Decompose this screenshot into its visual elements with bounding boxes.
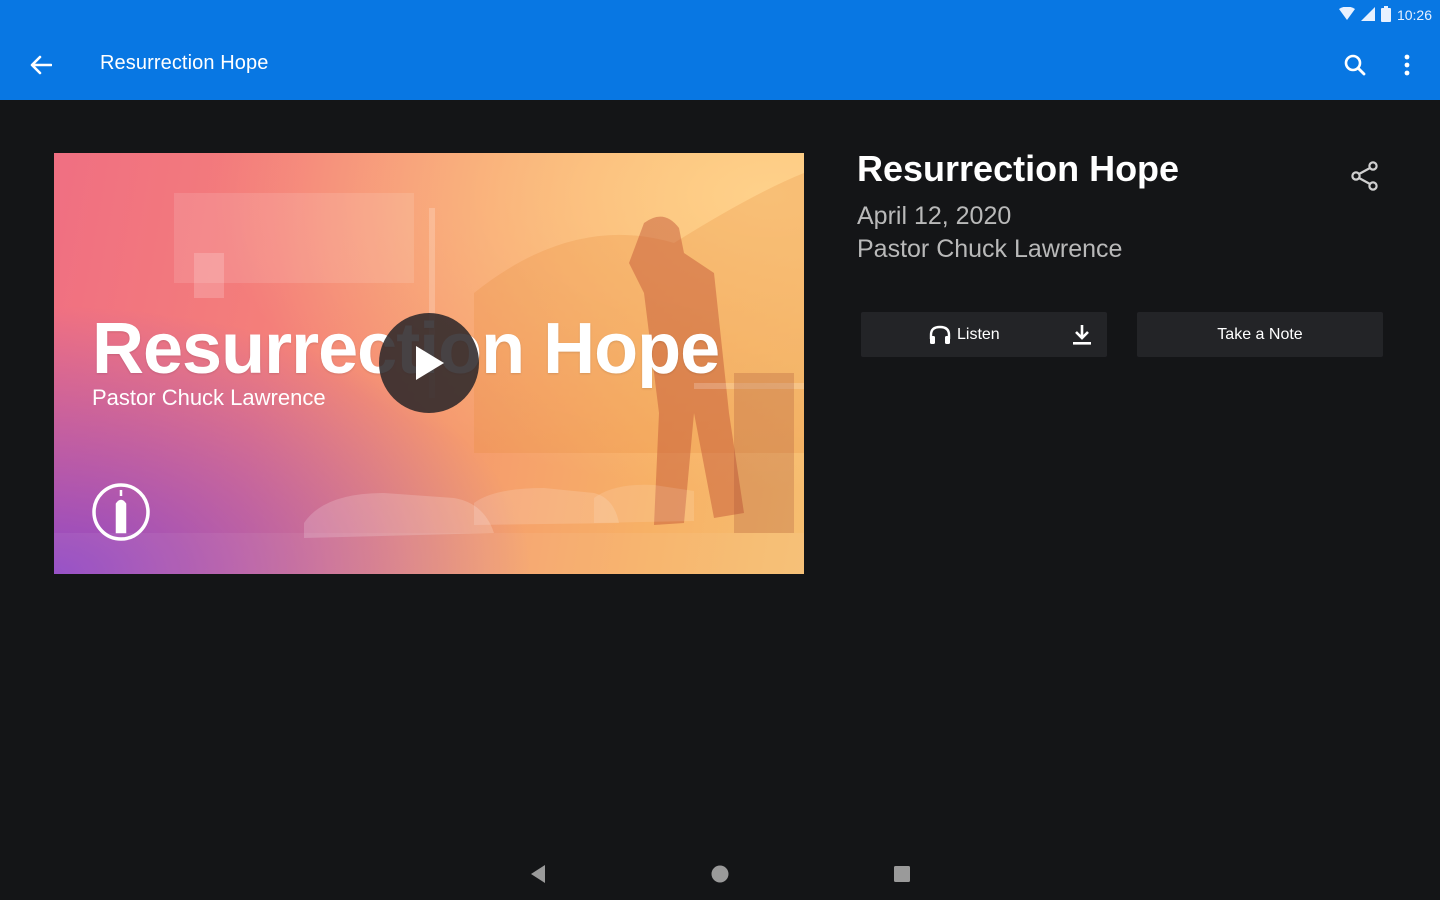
play-icon bbox=[416, 346, 444, 380]
nav-back-icon[interactable] bbox=[526, 862, 550, 886]
navigation-bar bbox=[0, 846, 1440, 900]
church-logo-icon bbox=[92, 483, 150, 541]
status-bar: 10:26 bbox=[1338, 4, 1432, 26]
more-options-button[interactable] bbox=[1392, 48, 1422, 82]
toolbar-title: Resurrection Hope bbox=[100, 52, 269, 74]
app-bar: 10:26 Resurrection Hope bbox=[0, 0, 1440, 100]
download-icon bbox=[1073, 325, 1091, 345]
listen-button-content: Listen bbox=[929, 312, 1000, 357]
search-button[interactable] bbox=[1338, 48, 1372, 82]
take-a-note-label: Take a Note bbox=[1217, 325, 1303, 343]
sermon-title: Resurrection Hope bbox=[857, 148, 1180, 189]
nav-home-icon[interactable] bbox=[708, 862, 732, 886]
share-button[interactable] bbox=[1347, 158, 1383, 194]
signal-icon bbox=[1360, 6, 1375, 24]
video-overlay-subtitle: Pastor Chuck Lawrence bbox=[92, 385, 326, 410]
back-arrow-icon bbox=[30, 55, 52, 75]
take-a-note-button[interactable]: Take a Note bbox=[1137, 312, 1383, 357]
toolbar: Resurrection Hope bbox=[0, 36, 1440, 92]
listen-label: Listen bbox=[957, 325, 1000, 343]
battery-icon bbox=[1380, 5, 1391, 25]
back-button[interactable] bbox=[24, 48, 58, 82]
headphones-icon bbox=[929, 325, 951, 344]
status-time: 10:26 bbox=[1396, 7, 1432, 23]
share-icon bbox=[1351, 161, 1378, 191]
more-vertical-icon bbox=[1404, 54, 1410, 76]
search-icon bbox=[1344, 54, 1366, 76]
nav-recents-icon[interactable] bbox=[890, 862, 914, 886]
wifi-icon bbox=[1338, 6, 1355, 24]
download-button[interactable] bbox=[1067, 320, 1097, 350]
video-player[interactable]: Resurrection Hope Pastor Chuck Lawrence bbox=[54, 153, 804, 574]
sermon-date: April 12, 2020 bbox=[857, 202, 1012, 230]
play-button[interactable] bbox=[379, 313, 479, 413]
listen-button[interactable]: Listen bbox=[861, 312, 1107, 357]
sermon-speaker: Pastor Chuck Lawrence bbox=[857, 235, 1123, 263]
